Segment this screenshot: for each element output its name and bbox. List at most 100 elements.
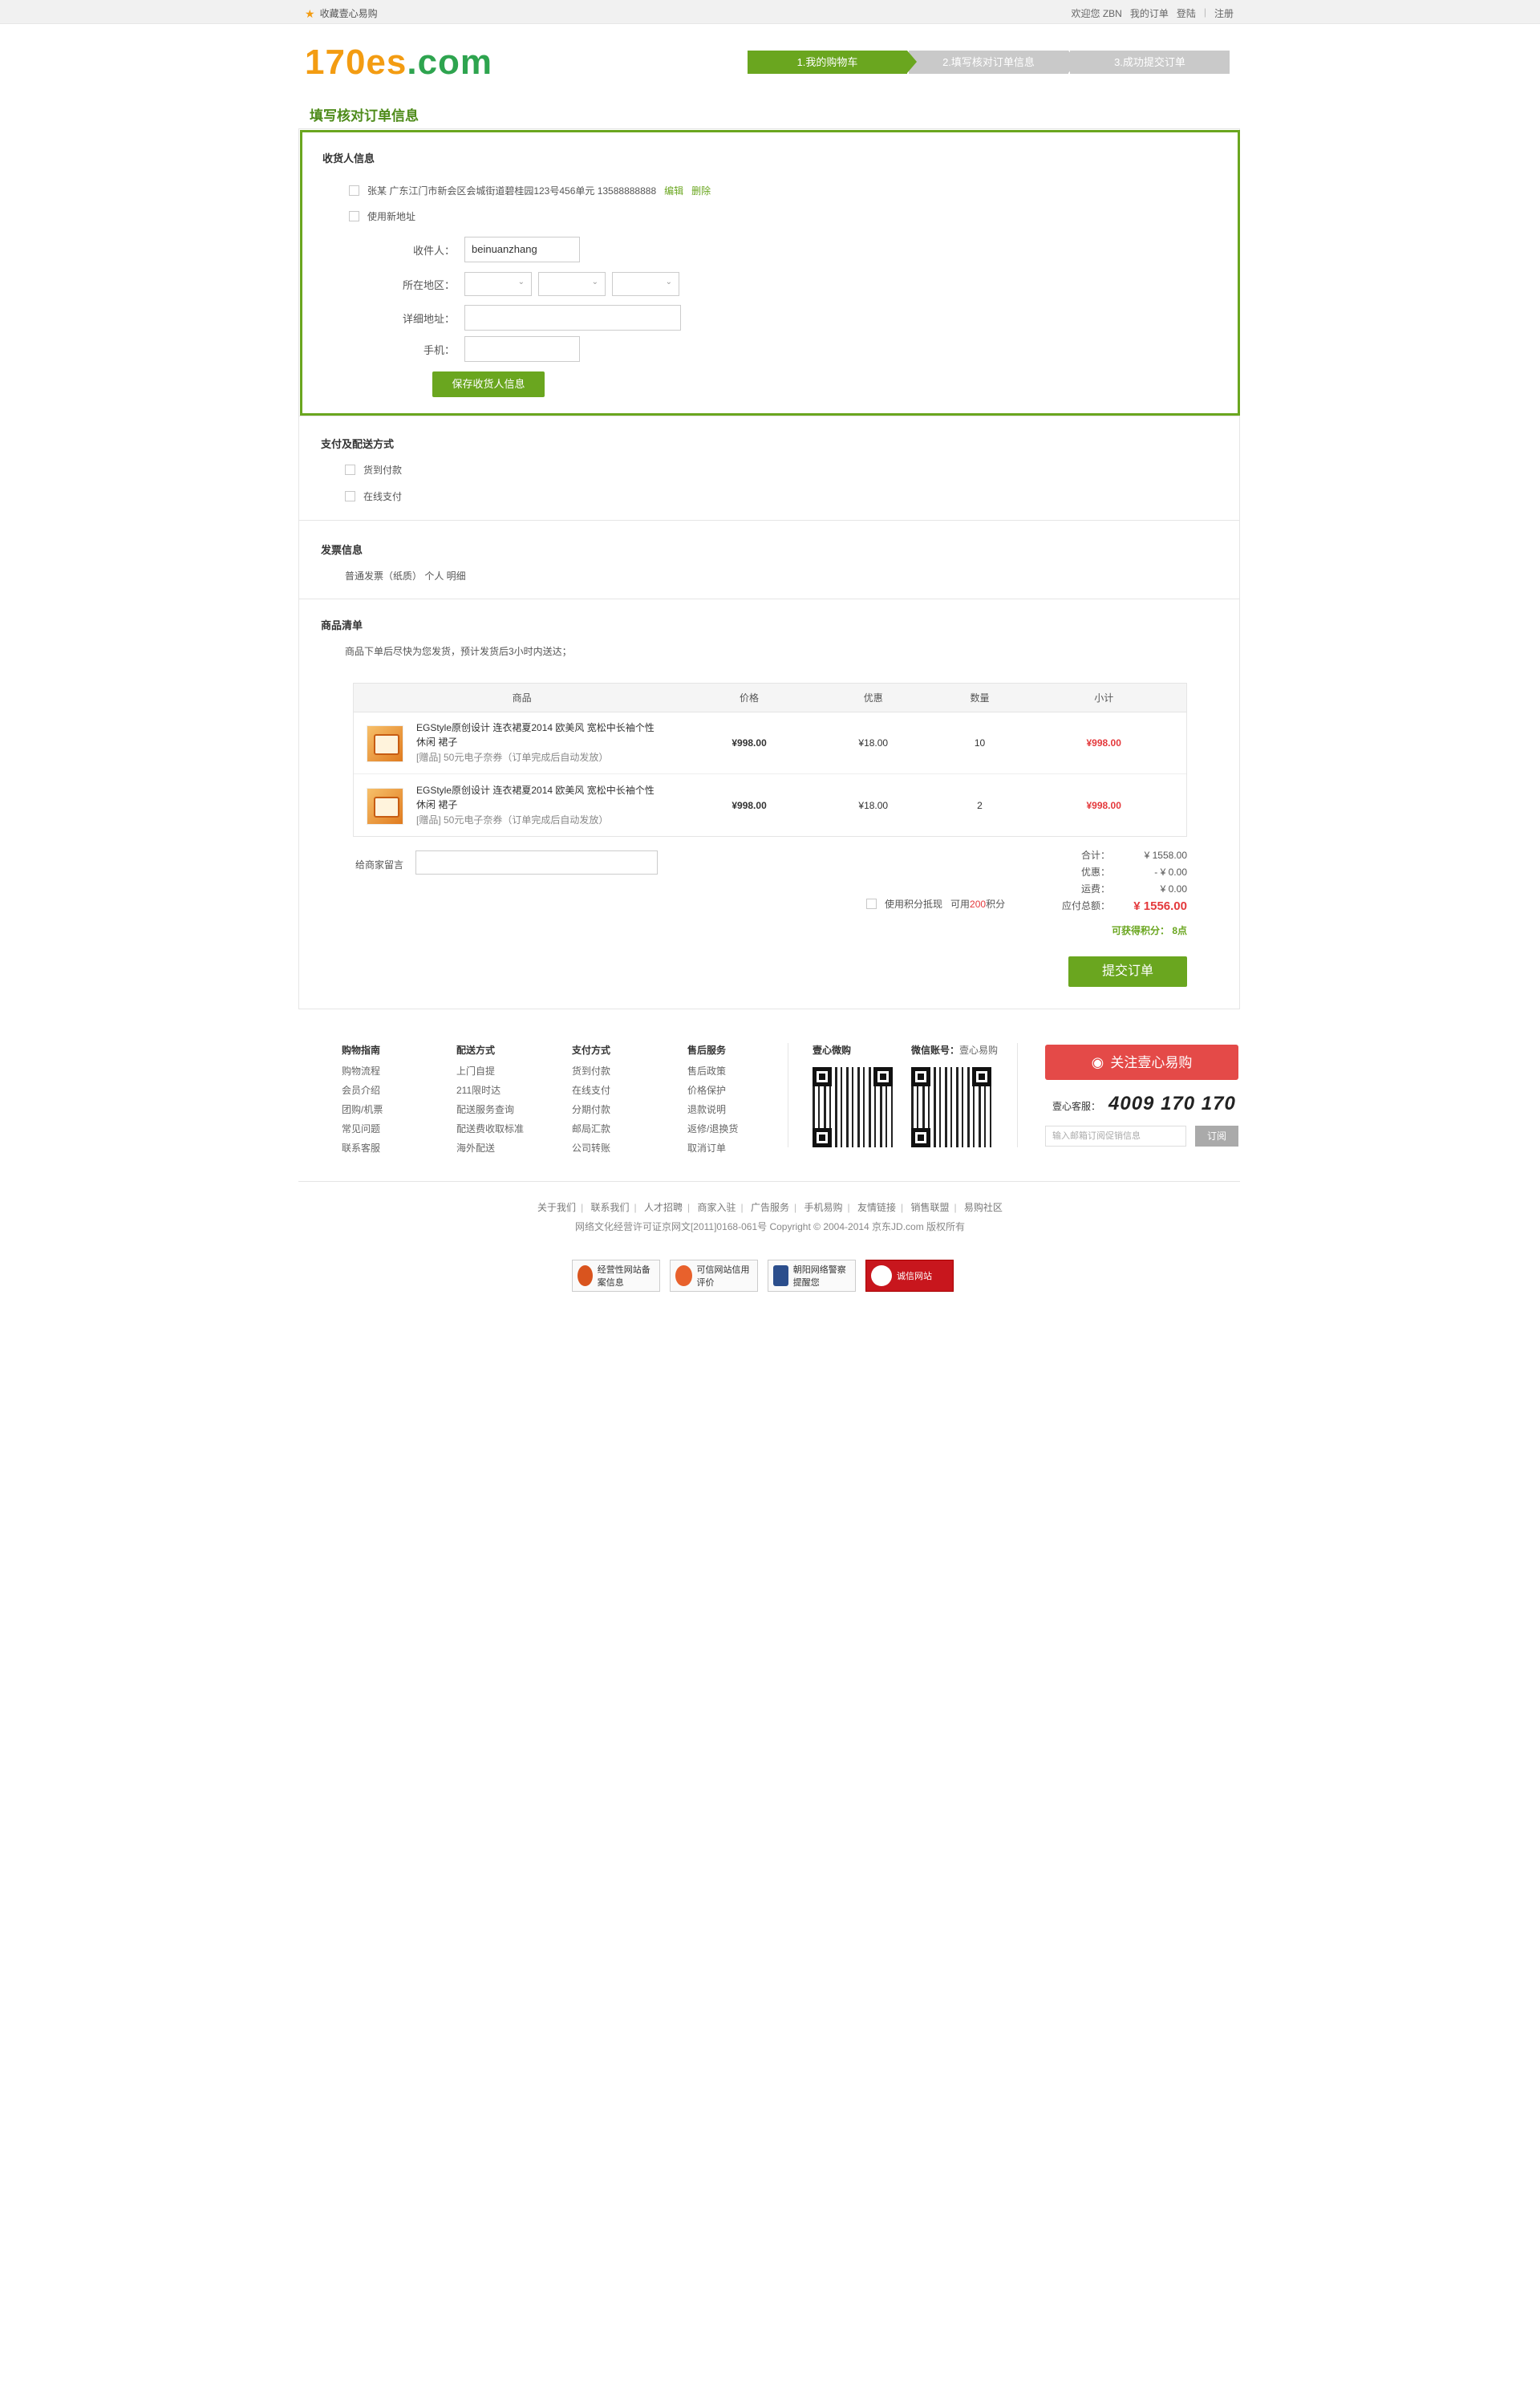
new-address-option: 使用新地址 (349, 209, 415, 223)
footer-link[interactable]: 易购社区 (964, 1202, 1003, 1213)
favorite-link[interactable]: ★ 收藏壹心易购 (305, 6, 378, 20)
footer-link[interactable]: 上门自提 (456, 1061, 524, 1081)
footer-link[interactable]: 关于我们 (537, 1202, 576, 1213)
badge-trusted[interactable]: 诚信网站 (865, 1260, 954, 1292)
footer-link[interactable]: 联系客服 (342, 1139, 383, 1158)
footer-link[interactable]: 货到付款 (572, 1061, 610, 1081)
detail-row: 详细地址： (351, 305, 681, 331)
weibo-icon: ◉ (1091, 1054, 1104, 1070)
points-checkbox[interactable] (866, 899, 877, 909)
points-available: 可用200积分 (950, 899, 1006, 910)
site-logo[interactable]: 170es.com (305, 40, 492, 85)
footer-link[interactable]: 人才招聘 (644, 1202, 683, 1213)
footer-link[interactable]: 联系我们 (591, 1202, 630, 1213)
message-label: 给商家留言 (355, 859, 404, 871)
footer-link[interactable]: 海外配送 (456, 1139, 524, 1158)
save-consignee-button[interactable]: 保存收货人信息 (432, 371, 545, 397)
separator: | (1203, 6, 1206, 18)
product-subtotal: ¥998.00 (1086, 737, 1121, 749)
detail-label: 详细地址： (402, 312, 455, 325)
goods-table: 商品 价格 优惠 数量 小计 EGStyle原创设计 连衣裙夏2014 欧美风 … (353, 683, 1187, 837)
register-link[interactable]: 注册 (1214, 6, 1234, 20)
product-gift: [赠品] 50元电子奈券（订单完成后自动发放） (416, 814, 609, 826)
payment-title: 支付及配送方式 (321, 438, 395, 450)
consignee-section: 收货人信息 张某 广东江门市新会区会城街道碧桂园123号456单元 135888… (300, 130, 1240, 416)
invoice-title: 发票信息 (321, 544, 363, 556)
footer-link[interactable]: 在线支付 (572, 1081, 610, 1100)
chevron-down-icon: ⌄ (517, 278, 525, 286)
region-row: 所在地区： ⌄ ⌄ ⌄ (351, 272, 686, 296)
name-input[interactable]: beinuanzhang (464, 237, 580, 262)
top-bar: ★ 收藏壹心易购 欢迎您 ZBN 我的订单 登陆 | 注册 (0, 0, 1540, 24)
hotline-number: 4009 170 170 (1108, 1093, 1236, 1114)
product-name[interactable]: EGStyle原创设计 连衣裙夏2014 欧美风 宽松中长袖个性休闲 裙子 (416, 783, 657, 812)
product-thumbnail[interactable] (367, 725, 403, 762)
payment-option-cod[interactable]: 货到付款 (345, 463, 402, 477)
footer-link[interactable]: 购物流程 (342, 1061, 383, 1081)
product-subtotal: ¥998.00 (1086, 799, 1121, 811)
footer-link[interactable]: 销售联盟 (910, 1202, 949, 1213)
name-row: 收件人： beinuanzhang (351, 237, 580, 262)
badge-police[interactable]: 朝阳网络警察提醒您 (768, 1260, 856, 1292)
submit-order-button[interactable]: 提交订单 (1068, 956, 1187, 987)
new-address-checkbox[interactable] (349, 211, 359, 221)
detail-address-input[interactable] (464, 305, 681, 331)
footer-link[interactable]: 商家入驻 (698, 1202, 736, 1213)
footer-link[interactable]: 价格保护 (687, 1081, 738, 1100)
phone-label: 手机： (423, 343, 455, 356)
footer-link[interactable]: 友情链接 (857, 1202, 896, 1213)
subscribe-email-input[interactable]: 输入邮箱订阅促销信息 (1045, 1126, 1186, 1147)
phone-input[interactable] (464, 336, 580, 362)
page-title: 填写核对订单信息 (310, 108, 419, 124)
footer-link[interactable]: 配送服务查询 (456, 1100, 524, 1119)
my-orders-link[interactable]: 我的订单 (1130, 6, 1169, 20)
footer-link[interactable]: 邮局汇款 (572, 1119, 610, 1139)
follow-weibo-button[interactable]: ◉ 关注壹心易购 (1045, 1045, 1238, 1080)
footer-link[interactable]: 会员介绍 (342, 1081, 383, 1100)
address-radio[interactable] (349, 185, 359, 196)
footer-link[interactable]: 返修/退换货 (687, 1119, 738, 1139)
footer-link[interactable]: 退款说明 (687, 1100, 738, 1119)
product-thumbnail[interactable] (367, 787, 403, 825)
message-input[interactable] (415, 850, 658, 875)
badge-record[interactable]: 经营性网站备案信息 (572, 1260, 660, 1292)
footer-link[interactable]: 211限时达 (456, 1081, 524, 1100)
footer-link[interactable]: 团购/机票 (342, 1100, 383, 1119)
delete-address-link[interactable]: 删除 (691, 184, 711, 197)
footer-col-service: 售后服务 售后政策 价格保护 退款说明 返修/退换货 取消订单 (687, 1043, 738, 1158)
points-option: 使用积分抵现 可用200积分 (866, 897, 1005, 911)
product-qty: 10 (974, 737, 986, 749)
checkout-steps: 1.我的购物车 2.填写核对订单信息 3.成功提交订单 (748, 51, 1230, 74)
footer-link[interactable]: 手机易购 (804, 1202, 842, 1213)
province-select[interactable]: ⌄ (464, 272, 532, 296)
footer-link[interactable]: 常见问题 (342, 1119, 383, 1139)
trust-badges: 经营性网站备案信息 可信网站信用评价 朝阳网络警察提醒您 诚信网站 (572, 1260, 954, 1292)
subscribe-button[interactable]: 订阅 (1195, 1126, 1238, 1147)
step-cart: 1.我的购物车 (748, 51, 917, 74)
saved-address: 张某 广东江门市新会区会城街道碧桂园123号456单元 13588888888 … (349, 184, 711, 197)
payment-option-online[interactable]: 在线支付 (345, 489, 402, 503)
footer-link[interactable]: 售后政策 (687, 1061, 738, 1081)
credit-icon (675, 1265, 692, 1286)
product-price: ¥998.00 (732, 799, 767, 811)
footer-link[interactable]: 配送费收取标准 (456, 1119, 524, 1139)
payment-section: 支付及配送方式 货到付款 在线支付 (298, 416, 1240, 520)
footer-col-payment: 支付方式 货到付款 在线支付 分期付款 邮局汇款 公司转账 (572, 1043, 610, 1158)
footer-link[interactable]: 取消订单 (687, 1139, 738, 1158)
footer-link[interactable]: 广告服务 (751, 1202, 789, 1213)
cod-checkbox[interactable] (345, 465, 355, 475)
product-qty: 2 (977, 799, 983, 811)
footer-link[interactable]: 分期付款 (572, 1100, 610, 1119)
city-select[interactable]: ⌄ (538, 272, 606, 296)
product-price: ¥998.00 (732, 737, 767, 749)
edit-address-link[interactable]: 编辑 (664, 184, 683, 197)
product-name[interactable]: EGStyle原创设计 连衣裙夏2014 欧美风 宽松中长袖个性休闲 裙子 (416, 720, 657, 749)
goods-title: 商品清单 (321, 619, 363, 631)
product-discount: ¥18.00 (858, 737, 889, 749)
district-select[interactable]: ⌄ (612, 272, 679, 296)
login-link[interactable]: 登陆 (1177, 6, 1196, 20)
footer-link[interactable]: 公司转账 (572, 1139, 610, 1158)
divider (298, 1181, 1240, 1182)
online-checkbox[interactable] (345, 491, 355, 501)
badge-credit[interactable]: 可信网站信用评价 (670, 1260, 758, 1292)
